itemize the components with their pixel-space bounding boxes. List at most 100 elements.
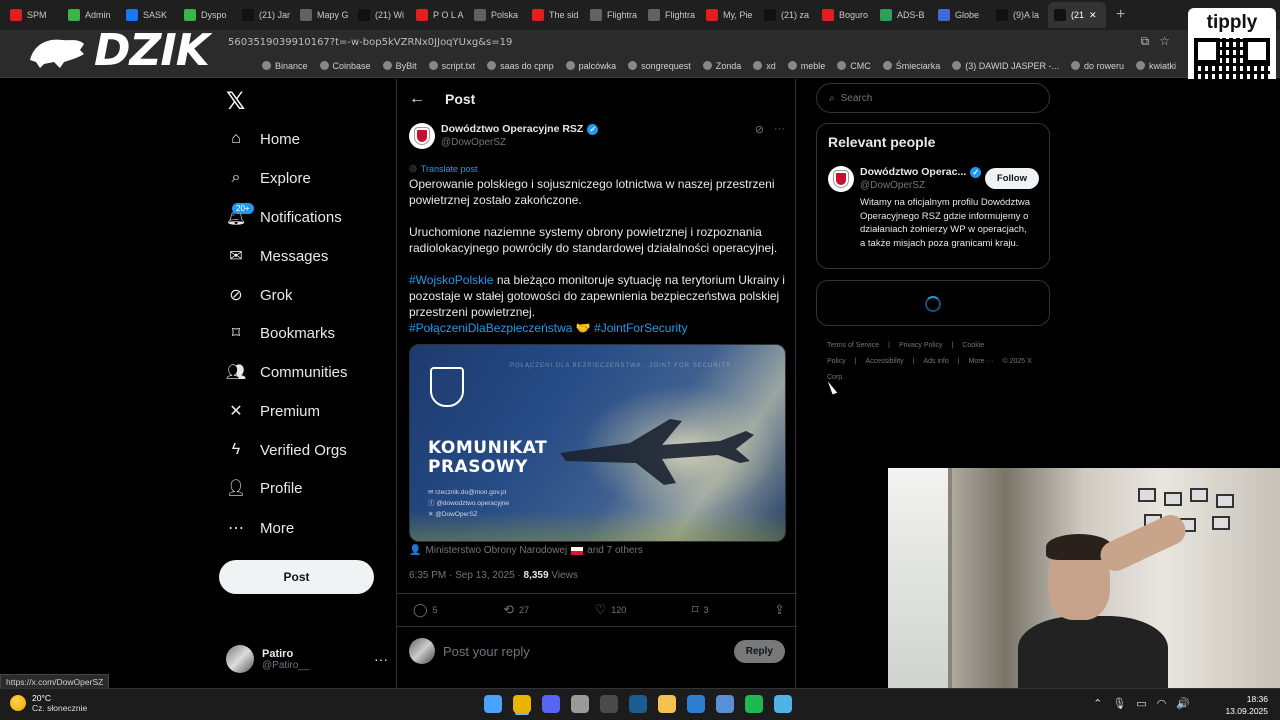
nav-item-notifications[interactable]: 🔔︎ 20+ Notifications (226, 202, 342, 232)
tagged-accounts[interactable]: 👤 Ministerstwo Obrony Narodowej and 7 ot… (409, 545, 643, 556)
volume-icon[interactable]: 🔊 (1176, 697, 1190, 710)
hashtag-link[interactable]: #PołączeniDlaBezpieczeństwa (409, 321, 572, 335)
nav-item-bookmarks[interactable]: ⌑ Bookmarks (226, 318, 335, 348)
bookmark-item[interactable]: kwiatki (1136, 61, 1176, 71)
reply-button[interactable]: Reply (733, 639, 785, 663)
nav-item-profile[interactable]: 👤︎ Profile (226, 473, 303, 503)
browser-tab[interactable]: My, Pie (700, 2, 758, 28)
bookmark-item[interactable]: (3) DAWID JASPER -... (952, 61, 1059, 71)
grok-icon[interactable]: ⊘ (755, 123, 764, 136)
system-clock[interactable]: 18:36 13.09.2025 (1225, 693, 1268, 717)
browser-tab[interactable]: Flightra (584, 2, 642, 28)
reply-stat[interactable]: ◯ 5 (413, 602, 438, 618)
more-dots-icon[interactable]: ··· (374, 651, 388, 667)
spotify-icon[interactable] (745, 695, 763, 713)
browser-tab[interactable]: Globe (932, 2, 990, 28)
footer-link[interactable]: Ads info (923, 358, 948, 365)
browser-tab[interactable]: Flightra (642, 2, 700, 28)
obs-icon[interactable] (600, 695, 618, 713)
follow-button[interactable]: Follow (984, 168, 1039, 189)
nav-item-grok[interactable]: ⊘ Grok (226, 280, 292, 310)
author-name-row[interactable]: Dowództwo Operacyjne RSZ ✓ (441, 123, 599, 135)
avatar (409, 638, 435, 664)
nav-item-messages[interactable]: ✉ Messages (226, 241, 328, 271)
bookmark-item[interactable]: meble (787, 61, 825, 71)
bookmark-stat[interactable]: ⌑ 3 (692, 602, 709, 618)
chrome-icon[interactable] (513, 695, 531, 713)
repost-stat[interactable]: ⟲ 27 (503, 602, 529, 618)
author-avatar[interactable] (409, 123, 435, 149)
url-field[interactable]: 5603519039910167?t=-w-bop5kVZRNx0JJoqYUx… (228, 37, 512, 48)
post-image[interactable]: POŁĄCZENI DLA BEZPIECZEŃSTWA · JOINT FOR… (409, 344, 786, 542)
browser-tab[interactable]: (21 ✕ (1048, 2, 1106, 28)
x-logo-icon[interactable]: 𝕏 (226, 87, 245, 115)
bookmark-item[interactable]: Zonda (702, 61, 741, 71)
footer-link[interactable]: Terms of Service (827, 342, 879, 349)
hashtag-link[interactable]: #JointForSecurity (594, 321, 687, 335)
footer-link[interactable]: More ··· (969, 358, 994, 365)
timestamp-text[interactable]: 6:35 PM · Sep 13, 2025 · (409, 570, 524, 581)
explorer-icon[interactable] (658, 695, 676, 713)
bookmark-item[interactable]: palcówka (565, 61, 616, 71)
weather-widget[interactable]: 20°C Cz. słonecznie (10, 693, 87, 713)
browser-tab[interactable]: The sid (526, 2, 584, 28)
browser-tab[interactable]: Mapy G (294, 2, 352, 28)
browser-tab[interactable]: (21) Wi (352, 2, 410, 28)
bookmark-item[interactable]: xd (753, 61, 776, 71)
tool-icon[interactable] (716, 695, 734, 713)
install-icon[interactable]: ⧉ (1141, 34, 1150, 49)
ccleaner-icon[interactable] (687, 695, 705, 713)
chevron-up-icon[interactable]: ⌃ (1093, 697, 1102, 710)
author-handle[interactable]: @DowOperSZ (441, 137, 506, 148)
browser-tab[interactable]: Polska (468, 2, 526, 28)
account-switcher[interactable]: Patiro @Patiro__ ··· (226, 643, 388, 675)
mic-icon[interactable]: 🎙 (1112, 697, 1126, 710)
browser-tab[interactable]: (21) za (758, 2, 816, 28)
nav-item-verified-orgs[interactable]: ϟ Verified Orgs (226, 435, 347, 465)
like-stat[interactable]: ♡ 120 (595, 602, 627, 618)
browser-tab[interactable]: SPM (4, 2, 62, 28)
bookmark-item[interactable]: songrequest (628, 61, 691, 71)
post-button[interactable]: Post (219, 560, 374, 594)
hashtag-link[interactable]: #WojskoPolskie (409, 273, 493, 287)
footer-link[interactable]: Accessibility (866, 358, 904, 365)
share-stat[interactable]: ⇪ (774, 602, 785, 618)
nav-item-premium[interactable]: ✕ Premium (226, 396, 320, 426)
browser-tab[interactable]: ADS-B (874, 2, 932, 28)
wifi-icon[interactable]: ◠ (1157, 697, 1167, 710)
steam-icon[interactable] (629, 695, 647, 713)
windows-start-icon[interactable] (484, 695, 502, 713)
relevant-person-handle[interactable]: @DowOperSZ (860, 180, 925, 191)
bookmark-item[interactable]: script.txt (428, 61, 475, 71)
notepad-icon[interactable] (774, 695, 792, 713)
browser-tab[interactable]: P O L A (410, 2, 468, 28)
snip-icon[interactable] (571, 695, 589, 713)
bookmark-item[interactable]: ByBit (382, 61, 417, 71)
more-dots-icon[interactable]: ··· (774, 123, 785, 136)
bookmark-item[interactable]: Śmieciarka (882, 61, 940, 71)
back-arrow-icon[interactable]: ← (409, 90, 425, 108)
star-icon[interactable]: ☆ (1159, 34, 1170, 49)
author-avatar[interactable] (828, 166, 854, 192)
search-input[interactable]: ⌕ Search (816, 83, 1050, 113)
network-icon[interactable]: ▭ (1136, 697, 1146, 710)
bookmark-item[interactable]: saas do cpnp (487, 61, 554, 71)
translate-link[interactable]: ◎ Translate post (409, 163, 478, 174)
browser-tab[interactable]: (21) Jar (236, 2, 294, 28)
nav-item-explore[interactable]: ⌕ Explore (226, 163, 311, 193)
bookmark-item[interactable]: Binance (262, 61, 308, 71)
footer-link[interactable]: Privacy Policy (899, 342, 943, 349)
relevant-person-name[interactable]: Dowództwo Operac... ✓ (860, 166, 982, 178)
reply-input[interactable]: Post your reply (443, 644, 726, 659)
discord-icon[interactable] (542, 695, 560, 713)
close-tab-icon[interactable]: ✕ (1089, 10, 1097, 21)
bookmark-item[interactable]: Coinbase (319, 61, 371, 71)
nav-item-home[interactable]: ⌂ Home (226, 124, 300, 154)
bookmark-item[interactable]: CMC (837, 61, 871, 71)
browser-tab[interactable]: Boguro (816, 2, 874, 28)
bookmark-item[interactable]: do roweru (1070, 61, 1124, 71)
nav-item-communities[interactable]: 👥︎ Communities (226, 357, 348, 387)
nav-item-more[interactable]: ⋯ More (226, 513, 294, 543)
browser-tab[interactable]: (9)A la (990, 2, 1048, 28)
new-tab-button[interactable]: + (1106, 6, 1135, 24)
